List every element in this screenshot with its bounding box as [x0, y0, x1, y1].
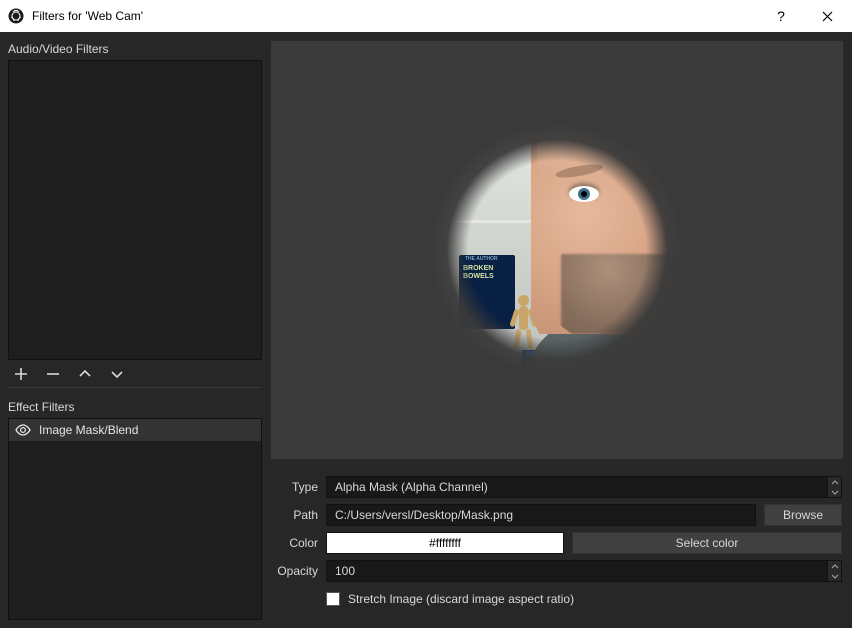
plus-icon: [14, 367, 28, 381]
path-label: Path: [272, 508, 318, 522]
opacity-input[interactable]: 100: [326, 560, 842, 582]
type-select[interactable]: Alpha Mask (Alpha Channel): [326, 476, 842, 498]
remove-filter-button[interactable]: [44, 365, 62, 383]
effect-filters-label: Effect Filters: [8, 398, 262, 418]
type-label: Type: [272, 480, 318, 494]
webcam-preview: THE AUTHOR BROKEN BOWELS: [407, 100, 707, 400]
color-display[interactable]: #ffffffff: [326, 532, 564, 554]
person-face: [531, 114, 689, 334]
chevron-up-icon: [831, 564, 839, 569]
titlebar: Filters for 'Web Cam' ?: [0, 0, 852, 32]
audio-filters-toolbar: [8, 360, 262, 388]
stretch-checkbox[interactable]: [326, 592, 340, 606]
chevron-down-icon: [110, 367, 124, 381]
audio-filters-list[interactable]: [8, 60, 262, 360]
chevron-up-icon: [78, 367, 92, 381]
app-icon: [8, 8, 24, 24]
opacity-step-up[interactable]: [828, 561, 841, 571]
effect-filters-list[interactable]: Image Mask/Blend: [8, 418, 262, 620]
path-value: C:/Users/versl/Desktop/Mask.png: [335, 508, 513, 522]
help-button[interactable]: ?: [758, 0, 804, 32]
window-title: Filters for 'Web Cam': [32, 9, 758, 23]
move-up-button[interactable]: [76, 365, 94, 383]
preview-area: THE AUTHOR BROKEN BOWELS: [270, 40, 844, 460]
chevron-down-icon: [831, 574, 839, 579]
browse-button[interactable]: Browse: [764, 504, 842, 526]
path-input[interactable]: C:/Users/versl/Desktop/Mask.png: [326, 504, 756, 526]
audio-filters-label: Audio/Video Filters: [8, 40, 262, 60]
filter-item[interactable]: Image Mask/Blend: [9, 419, 261, 441]
close-icon: [822, 11, 833, 22]
opacity-label: Opacity: [272, 564, 318, 578]
chevron-up-icon: [831, 480, 839, 485]
visibility-toggle[interactable]: [15, 422, 31, 438]
add-filter-button[interactable]: [12, 365, 30, 383]
chevron-down-icon: [831, 490, 839, 495]
color-label: Color: [272, 536, 318, 550]
move-down-button[interactable]: [108, 365, 126, 383]
select-color-button[interactable]: Select color: [572, 532, 842, 554]
filter-item-label: Image Mask/Blend: [39, 423, 138, 437]
type-value: Alpha Mask (Alpha Channel): [335, 480, 488, 494]
filter-properties-form: Type Alpha Mask (Alpha Channel) Path C:/…: [270, 476, 844, 606]
eye-icon: [15, 424, 31, 436]
close-button[interactable]: [804, 0, 850, 32]
opacity-step-down[interactable]: [828, 571, 841, 581]
opacity-value: 100: [335, 564, 355, 578]
stretch-label: Stretch Image (discard image aspect rati…: [348, 592, 574, 606]
help-icon: ?: [777, 8, 785, 24]
minus-icon: [46, 367, 60, 381]
book-prop: THE AUTHOR BROKEN BOWELS: [459, 255, 515, 329]
